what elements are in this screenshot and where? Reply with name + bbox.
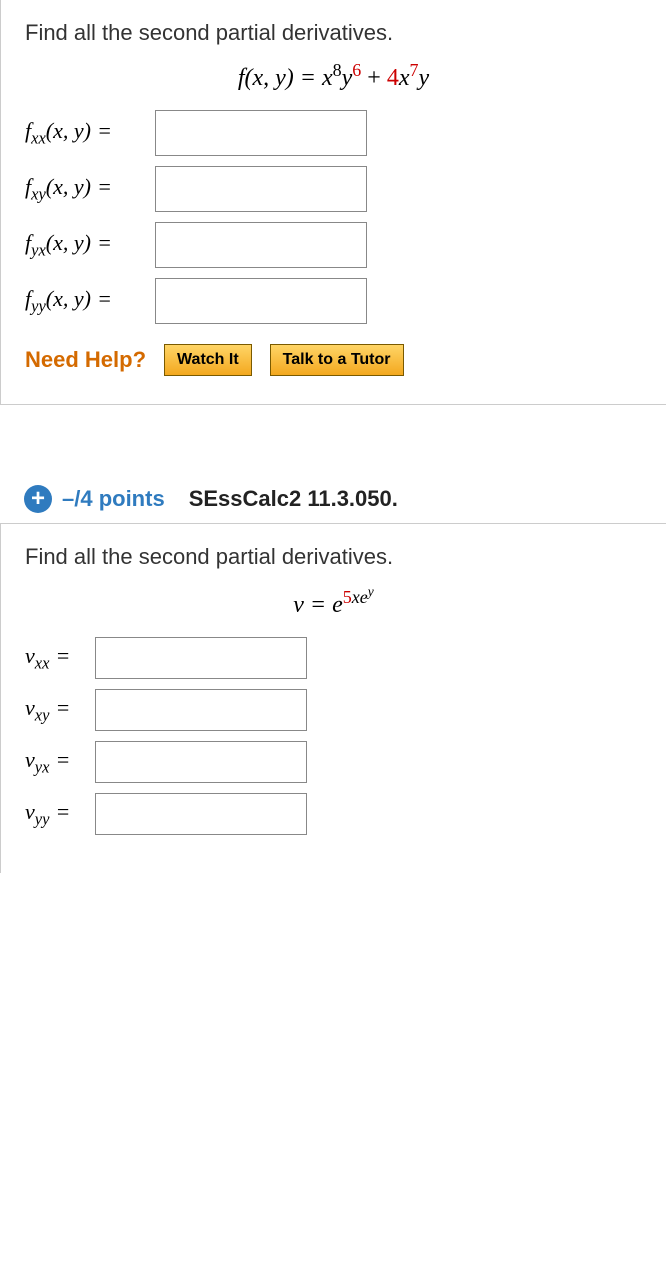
formula-exp1: 8: [333, 60, 342, 80]
answer-row-fxx: fxx(x, y) =: [25, 110, 642, 156]
label-var: v: [25, 799, 35, 824]
answer-row-fxy: fxy(x, y) =: [25, 166, 642, 212]
label-args: (x, y): [46, 118, 91, 143]
label-vyy: vyy =: [25, 799, 95, 829]
equals-sign: =: [51, 799, 69, 824]
formula2-exp: 5xey: [343, 587, 374, 607]
label-fxy: fxy(x, y) =: [25, 174, 155, 204]
label-sub: yx: [35, 757, 50, 776]
input-vxx[interactable]: [95, 637, 307, 679]
equals-sign: =: [51, 747, 69, 772]
label-sub: yy: [31, 296, 46, 315]
watch-it-button[interactable]: Watch It: [164, 344, 252, 376]
label-fxx: fxx(x, y) =: [25, 118, 155, 148]
label-var: v: [25, 747, 35, 772]
answer-row-fyx: fyx(x, y) =: [25, 222, 642, 268]
talk-to-tutor-button[interactable]: Talk to a Tutor: [270, 344, 404, 376]
input-vyx[interactable]: [95, 741, 307, 783]
label-vxy: vxy =: [25, 695, 95, 725]
equals-sign: =: [93, 286, 111, 311]
formula2-exp-sup: y: [368, 584, 374, 599]
answer-row-vxy: vxy =: [25, 689, 642, 731]
prompt-text-2: Find all the second partial derivatives.: [25, 544, 642, 570]
answer-row-vyy: vyy =: [25, 793, 642, 835]
equals-sign: =: [51, 695, 69, 720]
label-args: (x, y): [46, 230, 91, 255]
input-fxy[interactable]: [155, 166, 367, 212]
question-header: + –/4 points SEssCalc2 11.3.050.: [0, 475, 666, 524]
formula2-lhs: v = e: [293, 592, 343, 618]
formula-coef: 4: [387, 65, 399, 91]
input-fxx[interactable]: [155, 110, 367, 156]
label-sub: xx: [35, 653, 50, 672]
label-vxx: vxx =: [25, 643, 95, 673]
equals-sign: =: [51, 643, 69, 668]
label-sub: xx: [31, 128, 46, 147]
formula-1: f(x, y) = x8y6 + 4x7y: [25, 60, 642, 92]
input-vyy[interactable]: [95, 793, 307, 835]
input-vxy[interactable]: [95, 689, 307, 731]
formula-base2: y: [342, 65, 353, 91]
equals-sign: =: [93, 118, 111, 143]
equals-sign: =: [93, 174, 111, 199]
answer-row-vxx: vxx =: [25, 637, 642, 679]
label-sub: xy: [35, 705, 50, 724]
label-args: (x, y): [46, 286, 91, 311]
label-sub: yy: [35, 809, 50, 828]
input-fyy[interactable]: [155, 278, 367, 324]
answer-row-fyy: fyy(x, y) =: [25, 278, 642, 324]
label-var: v: [25, 695, 35, 720]
label-args: (x, y): [46, 174, 91, 199]
prompt-text: Find all the second partial derivatives.: [25, 20, 642, 46]
need-help-row: Need Help? Watch It Talk to a Tutor: [25, 344, 642, 376]
label-var: v: [25, 643, 35, 668]
formula-lhs: f(x, y) =: [238, 65, 322, 91]
formula-exp3: 7: [410, 60, 419, 80]
input-fyx[interactable]: [155, 222, 367, 268]
plus-icon[interactable]: +: [24, 485, 52, 513]
need-help-label: Need Help?: [25, 347, 146, 373]
question-block-2: Find all the second partial derivatives.…: [0, 524, 666, 873]
formula-base1: x: [322, 65, 333, 91]
label-sub: yx: [31, 240, 46, 259]
label-sub: xy: [31, 184, 46, 203]
answer-row-vyx: vyx =: [25, 741, 642, 783]
formula2-exp-red: 5: [343, 587, 352, 607]
label-fyx: fyx(x, y) =: [25, 230, 155, 260]
question-block-1: Find all the second partial derivatives.…: [0, 0, 666, 405]
label-fyy: fyy(x, y) =: [25, 286, 155, 316]
points-text: –/4 points: [62, 486, 165, 512]
formula-plus: +: [361, 65, 387, 91]
label-vyx: vyx =: [25, 747, 95, 777]
reference-text: SEssCalc2 11.3.050.: [189, 486, 398, 512]
formula-base4: y: [419, 65, 430, 91]
formula-exp2: 6: [352, 60, 361, 80]
equals-sign: =: [93, 230, 111, 255]
formula2-exp-mid: xe: [352, 587, 368, 607]
formula-base3: x: [399, 65, 410, 91]
formula-2: v = e5xey: [25, 584, 642, 619]
